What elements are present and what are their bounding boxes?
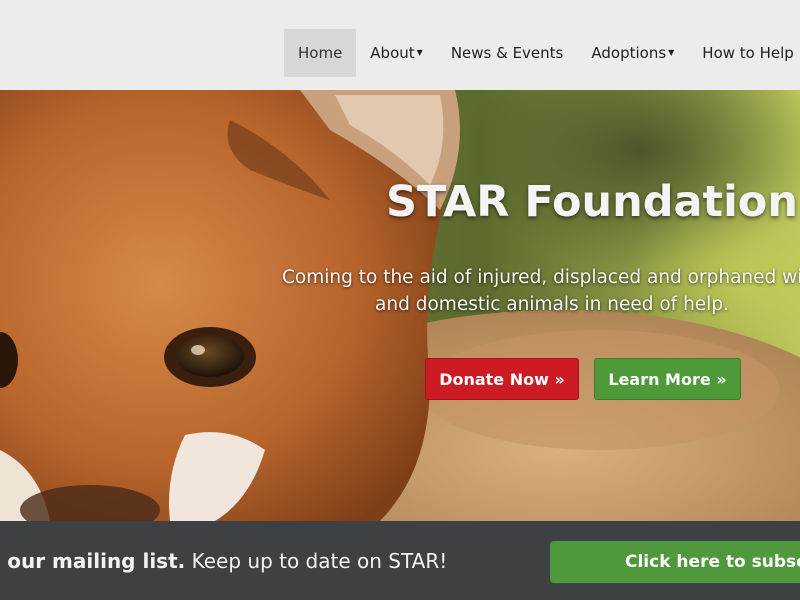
mailing-list-subtext: Keep up to date on STAR!	[185, 549, 448, 573]
mailing-list-text: Join our mailing list. Keep up to date o…	[0, 549, 447, 573]
nav-item-home-label: Home	[298, 44, 343, 62]
top-navigation: Home About ▼ News & Events Adoptions ▼ How…	[0, 0, 800, 90]
nav-item-adoptions[interactable]: Adoptions ▼	[577, 29, 688, 77]
donate-now-button[interactable]: Donate Now »	[425, 358, 579, 400]
hero-title: STAR Foundation	[386, 177, 798, 227]
mailing-list-heading: Join our mailing list.	[0, 549, 186, 573]
nav-menu: Home About ▼ News & Events Adoptions ▼ How…	[284, 29, 800, 77]
hero-banner: STAR Foundation Coming to the aid of inj…	[0, 90, 800, 521]
caret-down-icon: ▼	[416, 47, 423, 57]
mailing-list-bar: Join our mailing list. Keep up to date o…	[0, 521, 800, 600]
hero-tagline-line2: and domestic animals in need of help.	[375, 294, 729, 315]
nav-item-adoptions-label: Adoptions	[591, 44, 667, 62]
subscribe-button[interactable]: Click here to subscribe	[550, 541, 800, 583]
nav-item-how-to-help[interactable]: How to Help	[688, 29, 800, 77]
nav-item-about[interactable]: About ▼	[356, 29, 437, 77]
hero-tagline: Coming to the aid of injured, displaced …	[282, 264, 800, 318]
learn-more-button[interactable]: Learn More »	[594, 358, 741, 400]
nav-item-news-events[interactable]: News & Events	[437, 29, 578, 77]
nav-item-news-events-label: News & Events	[450, 44, 564, 62]
nav-item-how-to-help-label: How to Help	[702, 44, 794, 62]
nav-item-home[interactable]: Home	[284, 29, 357, 77]
hero-tagline-line1: Coming to the aid of injured, displaced …	[282, 267, 800, 288]
caret-down-icon: ▼	[668, 47, 675, 57]
nav-item-about-label: About	[370, 44, 415, 62]
